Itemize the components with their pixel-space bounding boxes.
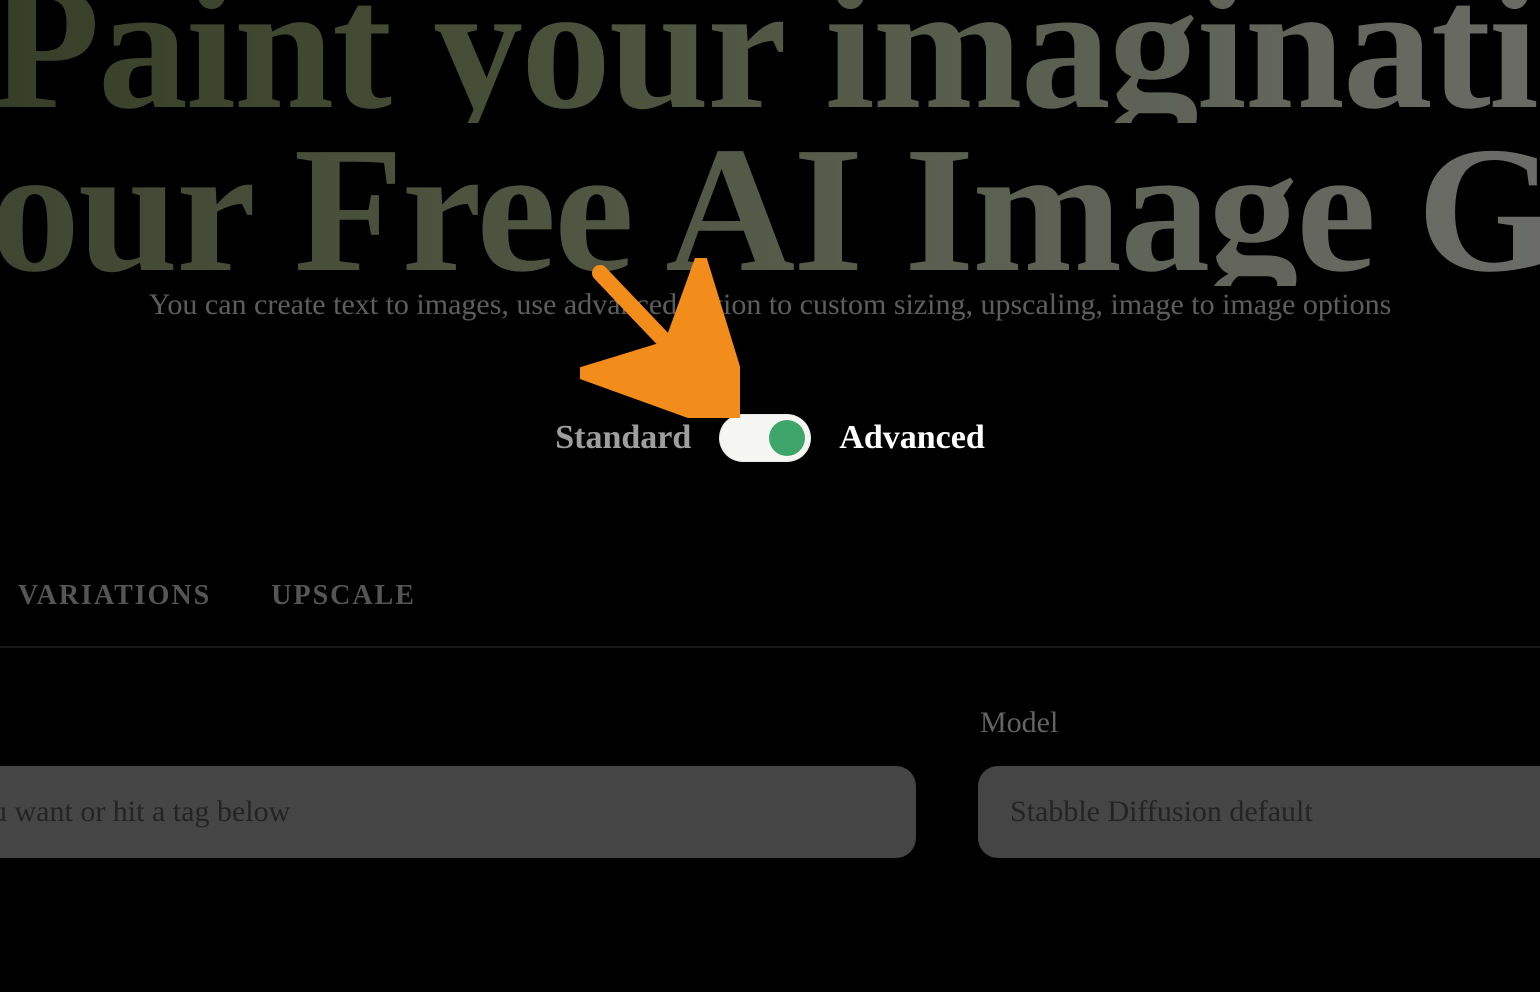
- mode-toggle-row: Standard Advanced: [0, 414, 1540, 462]
- hero-subtext: You can create text to images, use advan…: [0, 288, 1540, 322]
- tab-upscale[interactable]: UPSCALE: [271, 580, 416, 612]
- hero-line-2: our Free AI Image Generator: [0, 133, 1540, 286]
- toggle-label-advanced: Advanced: [839, 419, 984, 457]
- toggle-knob: [769, 420, 805, 456]
- toggle-label-standard: Standard: [555, 419, 691, 457]
- hero-heading: Paint your imagination using our Free AI…: [0, 0, 1540, 286]
- model-select[interactable]: Stabble Diffusion default: [978, 766, 1540, 858]
- prompt-input[interactable]: u want or hit a tag below: [0, 766, 916, 858]
- mode-toggle[interactable]: [719, 414, 811, 462]
- tab-variations[interactable]: VARIATIONS: [18, 580, 211, 612]
- model-label: Model: [980, 706, 1058, 740]
- tabs-divider: [0, 646, 1540, 648]
- hero-line-1: Paint your imagination using: [0, 0, 1540, 123]
- model-selected-value: Stabble Diffusion default: [1010, 795, 1313, 829]
- prompt-placeholder-fragment: u want or hit a tag below: [0, 795, 290, 829]
- mode-tabs: VARIATIONS UPSCALE: [18, 580, 416, 612]
- controls-area: Model u want or hit a tag below Stabble …: [0, 700, 1540, 990]
